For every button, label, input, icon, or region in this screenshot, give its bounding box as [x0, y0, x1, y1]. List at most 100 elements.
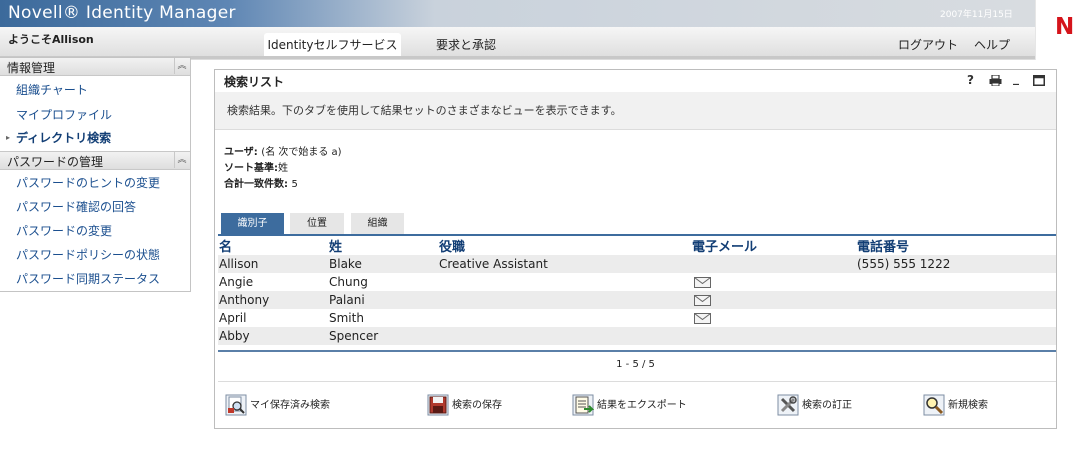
cell-phone	[856, 291, 1056, 309]
collapse-icon[interactable]: ︽	[174, 152, 189, 168]
cell-email	[691, 327, 856, 345]
table-row: Angie Chung	[218, 273, 1056, 291]
logo-letter: N	[1055, 14, 1075, 40]
description-box: 検索結果。下のタブを使用して結果セットのさまざまなビューを表示できます。	[215, 92, 1056, 130]
criteria-total: 合計一致件数: 5	[224, 175, 298, 190]
top-banner: Novell® Identity Manager 2007年11月15日	[0, 0, 1035, 27]
criteria-total-label: 合計一致件数:	[224, 179, 288, 190]
refine-tools-icon	[777, 394, 799, 416]
cell-first-name: April	[219, 311, 247, 325]
table-bottom-rule	[218, 350, 1056, 352]
cell-phone: (555) 555 1222	[856, 255, 1056, 273]
panel-title: 検索リスト	[224, 75, 285, 89]
action-label: 結果をエクスポート	[597, 400, 687, 411]
sidebar-item-password-policy[interactable]: パスワードポリシーの状態	[16, 246, 160, 263]
new-search-icon	[923, 394, 945, 416]
sidebar-item-directory-search[interactable]: ディレクトリ検索	[16, 129, 111, 146]
sidebar-item-challenge-response[interactable]: パスワード確認の回答	[16, 198, 136, 215]
novell-logo: N	[1035, 0, 1091, 60]
table-header-row: 名 姓 役職 電子メール 電話番号	[218, 236, 1056, 255]
criteria-sort: ソート基準:姓	[224, 159, 288, 174]
cell-email[interactable]	[691, 291, 856, 309]
table-row: Allison Blake Creative Assistant (555) 555 …	[218, 255, 1056, 273]
column-header-first-name[interactable]: 名	[218, 236, 328, 255]
tab-location[interactable]: 位置	[290, 213, 344, 234]
email-icon[interactable]	[694, 295, 711, 306]
help-link[interactable]: ヘルプ	[974, 33, 1010, 58]
logout-link[interactable]: ログアウト	[898, 33, 958, 58]
cell-phone	[856, 309, 1056, 327]
tab-requests-approvals[interactable]: 要求と承認	[436, 33, 496, 58]
sidebar-item-change-password[interactable]: パスワードの変更	[16, 222, 112, 239]
cell-first-name: Abby	[218, 327, 328, 345]
cell-phone	[856, 273, 1056, 291]
sidebar-section-password-management[interactable]: パスワードの管理 ︽	[0, 151, 190, 170]
action-label: 検索の保存	[452, 400, 502, 411]
table-row: Anthony Palani	[218, 291, 1056, 309]
active-bullet-icon: ▸	[6, 133, 11, 142]
collapse-icon[interactable]: ︽	[174, 58, 189, 74]
cell-email[interactable]	[691, 273, 856, 291]
column-header-last-name[interactable]: 姓	[328, 236, 438, 255]
sidebar-item-org-chart[interactable]: 組織チャート	[16, 81, 88, 98]
cell-last-name: Spencer	[328, 327, 438, 345]
current-date: 2007年11月15日	[940, 10, 1013, 20]
panel-description: 検索結果。下のタブを使用して結果セットのさまざまなビューを表示できます。	[227, 104, 622, 117]
tab-identity-self-service[interactable]: Identityセルフサービス	[264, 33, 401, 58]
cell-first-name: Anthony	[218, 291, 328, 309]
column-header-phone[interactable]: 電話番号	[856, 236, 1056, 255]
cell-title	[438, 327, 691, 345]
criteria-sort-value: 姓	[278, 163, 288, 174]
cell-last-name: Palani	[328, 291, 438, 309]
sidebar-item-my-profile[interactable]: マイプロファイル	[16, 106, 112, 123]
cell-title	[438, 273, 691, 291]
email-icon[interactable]	[694, 277, 711, 288]
cell-title: Creative Assistant	[438, 255, 691, 273]
search-list-panel: 検索リスト ? _ 検索結果。下のタブを使用して結果セットのさまざまなビューを表…	[214, 69, 1057, 429]
cell-first-name: Angie	[219, 275, 254, 289]
welcome-text: ようこそAllison	[8, 33, 94, 46]
criteria-sort-label: ソート基準:	[224, 163, 278, 174]
app-brand: Novell® Identity Manager	[8, 3, 236, 23]
pager-text: 1 - 5 / 5	[616, 359, 655, 370]
save-disk-icon	[427, 394, 449, 416]
help-icon[interactable]: ?	[967, 73, 974, 87]
cell-last-name: Chung	[329, 275, 368, 289]
sidebar-item-password-sync[interactable]: パスワード同期ステータス	[16, 270, 160, 287]
print-icon[interactable]	[989, 74, 1002, 89]
cell-email	[691, 255, 856, 273]
table-row: April Smith	[218, 309, 1056, 327]
results-table: 名 姓 役職 電子メール 電話番号 Allison Blake Creative A…	[218, 236, 1056, 345]
actions-divider	[218, 381, 1056, 382]
action-label: 新規検索	[948, 400, 988, 411]
column-header-title[interactable]: 役職	[438, 236, 691, 255]
email-icon[interactable]	[694, 313, 711, 324]
sidebar-section-info-management[interactable]: 情報管理 ︽	[0, 58, 190, 76]
criteria-user-value: (名 次で始まる a)	[261, 147, 342, 158]
criteria-user-label: ユーザ:	[224, 147, 258, 158]
panel-header: 検索リスト ? _	[215, 70, 1056, 93]
criteria-user: ユーザ: (名 次で始まる a)	[224, 143, 342, 158]
cell-title	[438, 291, 691, 309]
column-header-email[interactable]: 電子メール	[691, 236, 856, 255]
saved-searches-icon	[225, 394, 247, 416]
cell-last-name: Blake	[328, 255, 438, 273]
export-icon	[572, 394, 594, 416]
cell-last-name: Smith	[329, 311, 364, 325]
sidebar: 情報管理 ︽ 組織チャート マイプロファイル ▸ ディレクトリ検索 パスワードの…	[0, 57, 191, 292]
criteria-total-value: 5	[291, 179, 298, 190]
cell-email[interactable]	[691, 309, 856, 327]
cell-first-name: Allison	[218, 255, 328, 273]
sidebar-section-title: パスワードの管理	[7, 155, 104, 169]
tab-organization[interactable]: 組織	[351, 213, 404, 234]
table-row: Abby Spencer	[218, 327, 1056, 345]
minimize-icon[interactable]: _	[1013, 71, 1019, 85]
maximize-icon[interactable]	[1033, 75, 1045, 89]
cell-title	[438, 309, 691, 327]
tab-identifier[interactable]: 識別子	[221, 213, 284, 234]
action-label: マイ保存済み検索	[250, 400, 330, 411]
action-label: 検索の訂正	[802, 400, 852, 411]
sidebar-item-password-hint[interactable]: パスワードのヒントの変更	[16, 174, 160, 191]
cell-phone	[856, 327, 1056, 345]
sidebar-section-title: 情報管理	[7, 61, 56, 75]
